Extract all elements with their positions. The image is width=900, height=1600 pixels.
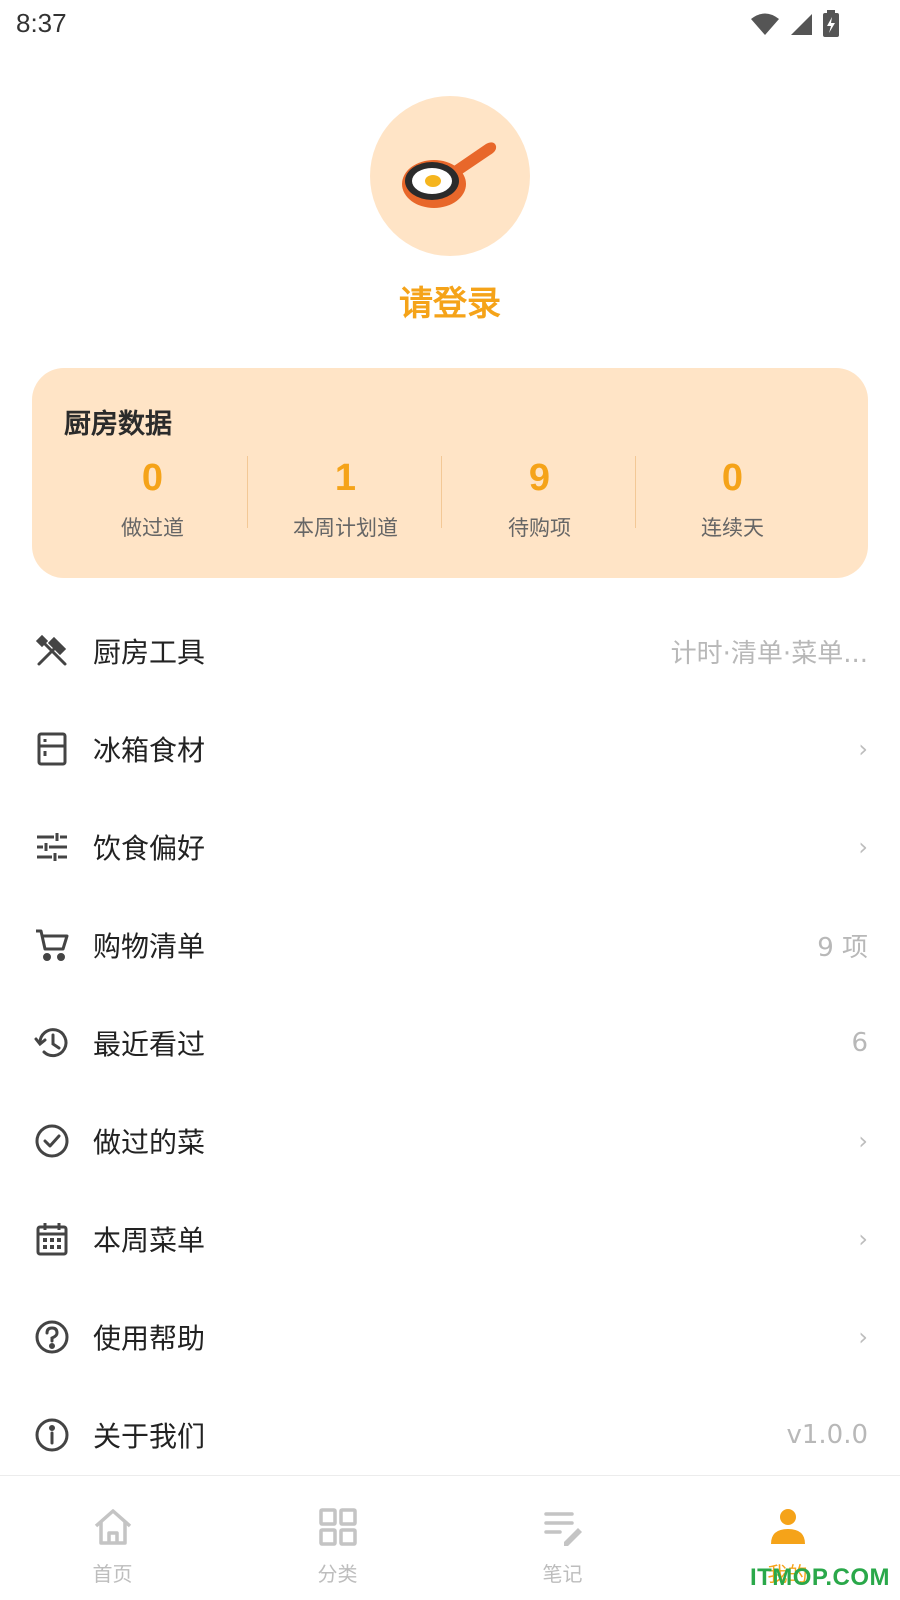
tab-category[interactable]: 分类 — [225, 1476, 450, 1600]
info-icon — [35, 1418, 69, 1452]
menu-label: 最近看过 — [93, 1028, 206, 1061]
menu-label: 关于我们 — [93, 1420, 206, 1453]
sliders-icon — [37, 833, 67, 861]
stat-made-dishes[interactable]: 0 做过道 — [54, 456, 251, 542]
grid-icon — [319, 1508, 357, 1546]
stat-value: 0 — [141, 457, 164, 499]
stat-planned-dishes[interactable]: 1 本周计划道 — [247, 456, 444, 542]
menu-item-help[interactable]: 使用帮助 › — [0, 1288, 900, 1386]
stat-value: 1 — [334, 457, 357, 499]
stat-value: 9 — [528, 457, 551, 499]
stat-streak-days[interactable]: 0 连续天 — [634, 456, 831, 542]
notes-icon — [544, 1512, 582, 1546]
menu-extra: 9 项 — [817, 932, 868, 963]
stat-label: 待购项 — [508, 516, 571, 540]
chevron-right-icon: › — [858, 1323, 868, 1351]
tab-notes[interactable]: 笔记 — [450, 1476, 675, 1600]
menu-label: 购物清单 — [93, 930, 206, 963]
calendar-icon — [36, 1223, 68, 1256]
watermark-logo: ITMOP.COM — [749, 1564, 890, 1591]
stat-label: 本周计划道 — [293, 516, 398, 540]
menu-label: 本周菜单 — [93, 1224, 206, 1257]
avatar[interactable] — [370, 96, 530, 256]
tools-icon — [35, 634, 67, 666]
chevron-right-icon: › — [858, 1225, 868, 1253]
menu-extra: 计时·清单·菜单... — [670, 638, 868, 669]
battery-icon — [823, 10, 839, 37]
chevron-right-icon: › — [858, 735, 868, 763]
kitchen-stats-card: 厨房数据 0 做过道 1 本周计划道 9 待购项 0 连续天 — [32, 368, 868, 578]
menu-item-diet-preference[interactable]: 饮食偏好 › — [0, 798, 900, 896]
menu-label: 厨房工具 — [93, 636, 206, 669]
stat-to-buy[interactable]: 9 待购项 — [441, 456, 638, 542]
menu-extra: v1.0.0 — [786, 1420, 868, 1450]
tab-label: 首页 — [92, 1562, 133, 1586]
tab-label: 分类 — [317, 1562, 358, 1586]
fridge-icon — [37, 732, 67, 766]
person-icon — [771, 1509, 805, 1544]
menu-label: 做过的菜 — [93, 1126, 206, 1159]
status-time: 8:37 — [16, 8, 67, 38]
chevron-right-icon: › — [858, 833, 868, 861]
menu-item-fridge[interactable]: 冰箱食材 › — [0, 700, 900, 798]
menu-extra: 6 — [851, 1028, 868, 1058]
menu-item-cooked-dishes[interactable]: 做过的菜 › — [0, 1092, 900, 1190]
status-icons — [750, 10, 840, 38]
history-icon — [34, 1028, 68, 1058]
stat-value: 0 — [721, 457, 744, 499]
status-bar: 8:37 — [0, 0, 900, 50]
check-circle-icon — [35, 1124, 69, 1158]
frying-pan-egg-icon — [402, 142, 497, 208]
wifi-icon — [751, 13, 779, 35]
stats-row: 0 做过道 1 本周计划道 9 待购项 0 连续天 — [32, 456, 868, 542]
chevron-right-icon: › — [858, 1127, 868, 1155]
signal-icon — [791, 14, 812, 35]
tab-label: 笔记 — [542, 1562, 583, 1586]
login-prompt[interactable]: 请登录 — [0, 276, 900, 325]
menu-label: 冰箱食材 — [93, 734, 206, 767]
menu-item-about-us[interactable]: 关于我们 v1.0.0 — [0, 1386, 900, 1484]
stat-label: 连续天 — [701, 516, 764, 540]
menu-item-shopping-list[interactable]: 购物清单 9 项 — [0, 896, 900, 994]
help-icon — [35, 1320, 69, 1354]
cart-icon — [36, 929, 69, 961]
tab-home[interactable]: 首页 — [0, 1476, 225, 1600]
home-icon — [94, 1509, 132, 1545]
menu-item-kitchen-tools[interactable]: 厨房工具 计时·清单·菜单... — [0, 602, 900, 700]
stats-title: 厨房数据 — [64, 409, 172, 440]
stat-label: 做过道 — [121, 516, 184, 540]
menu-label: 饮食偏好 — [93, 832, 206, 865]
settings-menu: 厨房工具 计时·清单·菜单... 冰箱食材 › 饮食偏好 › 购物清单 9 项 … — [0, 602, 900, 1484]
menu-item-recently-viewed[interactable]: 最近看过 6 — [0, 994, 900, 1092]
menu-item-weekly-menu[interactable]: 本周菜单 › — [0, 1190, 900, 1288]
menu-label: 使用帮助 — [93, 1322, 206, 1355]
